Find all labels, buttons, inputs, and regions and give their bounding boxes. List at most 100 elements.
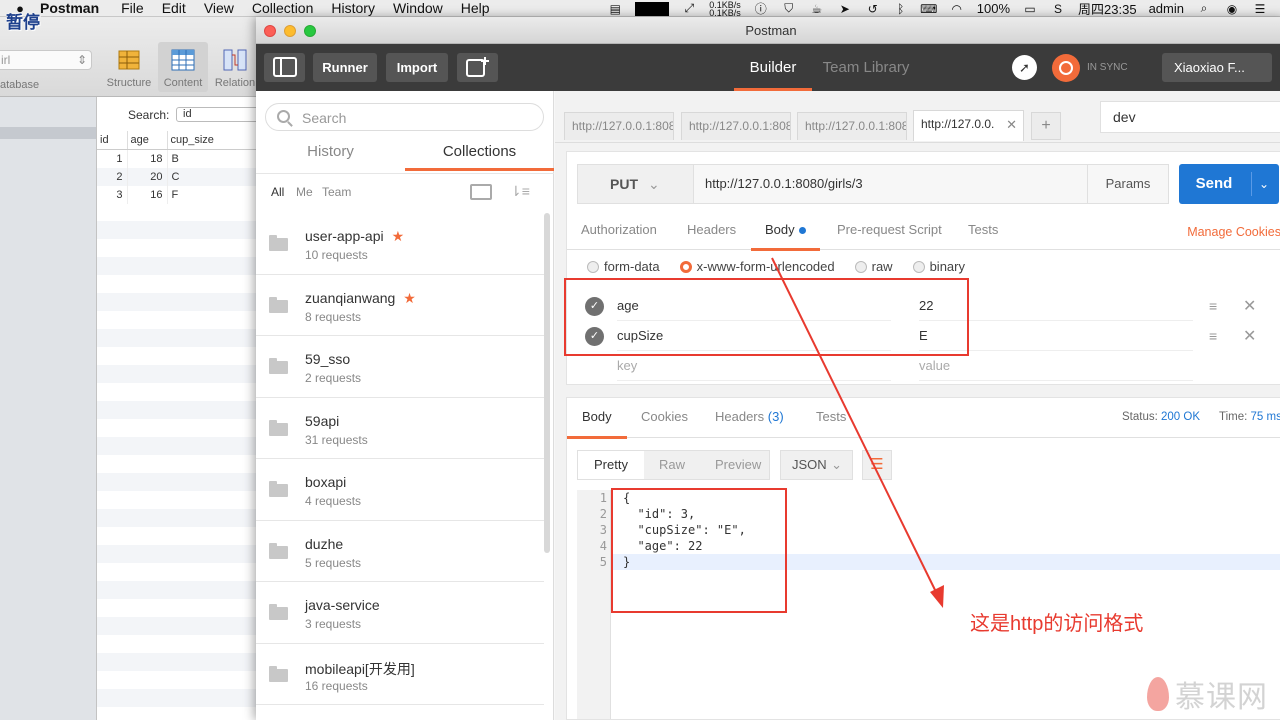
db-col-cup-size[interactable]: cup_size	[167, 131, 257, 150]
manage-cookies-link[interactable]: Manage Cookies	[1187, 212, 1280, 252]
notification-center-icon[interactable]: ☰	[1252, 2, 1268, 16]
environment-select[interactable]: dev	[1100, 101, 1280, 133]
sidebar-search-input[interactable]: Search	[265, 103, 544, 131]
resp-tab-cookies[interactable]: Cookies	[641, 398, 688, 436]
resp-tab-headers[interactable]: Headers (3)	[715, 398, 784, 436]
new-collection-icon[interactable]	[470, 184, 492, 200]
relation-tool[interactable]: Relation	[210, 47, 260, 89]
params-button[interactable]: Params	[1087, 164, 1169, 204]
cell[interactable]: C	[167, 167, 257, 186]
team-library-tab[interactable]: Team Library	[816, 44, 916, 91]
close-icon[interactable]: ✕	[1006, 111, 1017, 138]
toggle-sidebar-button[interactable]	[264, 53, 305, 82]
spotlight-icon[interactable]: ⌕	[1196, 1, 1212, 15]
user-menu[interactable]: Xiaoxiao F...	[1162, 53, 1272, 82]
menu-window[interactable]: Window	[393, 0, 443, 16]
menu-help[interactable]: Help	[461, 0, 490, 16]
shield-icon[interactable]: ⛉	[781, 1, 797, 15]
star-icon[interactable]: ★	[392, 228, 405, 244]
cell[interactable]: 18	[127, 149, 168, 168]
radio-form-data[interactable]: form-data	[587, 259, 660, 274]
add-tab-button[interactable]: +	[1031, 112, 1061, 140]
clipboard-icon[interactable]: ▤	[607, 2, 623, 16]
info-icon[interactable]: ⓘ	[753, 2, 769, 16]
cell[interactable]: F	[167, 185, 257, 204]
table-row[interactable]: 2 20 C	[97, 167, 257, 186]
delete-icon[interactable]: ✕	[1243, 296, 1256, 316]
language-select[interactable]: JSON ⌄	[780, 450, 853, 480]
siri-icon[interactable]: ◉	[1224, 2, 1240, 16]
table-row[interactable]: 1 18 B	[97, 149, 257, 168]
content-tool[interactable]: Content	[158, 42, 208, 92]
interceptor-icon[interactable]: ➚	[1012, 55, 1037, 80]
request-tab-active[interactable]: http://127.0.0. ✕	[913, 110, 1024, 141]
cell[interactable]: 16	[127, 185, 168, 204]
format-raw[interactable]: Raw	[644, 451, 700, 479]
menu-app-name[interactable]: Postman	[40, 0, 99, 16]
request-tab[interactable]: http://127.0.0.1:8080	[681, 112, 791, 140]
cell[interactable]: 20	[127, 167, 168, 186]
db-col-age[interactable]: age	[127, 131, 168, 150]
collection-item[interactable]: duzhe 5 requests	[256, 521, 544, 582]
time-machine-icon[interactable]: ↺	[865, 2, 881, 16]
db-search-input[interactable]: id	[176, 107, 266, 122]
zoom-window-button[interactable]	[304, 25, 316, 37]
format-pretty[interactable]: Pretty	[578, 451, 644, 479]
tab-headers[interactable]: Headers	[687, 212, 736, 248]
cup-icon[interactable]: ☕	[809, 2, 825, 16]
collection-item[interactable]: 59_sso 2 requests	[256, 336, 544, 398]
chevron-down-icon[interactable]: ⌄	[1259, 164, 1269, 204]
delete-icon[interactable]: ✕	[1243, 326, 1256, 346]
menu-view[interactable]: View	[204, 0, 234, 16]
request-tab[interactable]: http://127.0.0.1:8080	[564, 112, 674, 140]
menu-edit[interactable]: Edit	[162, 0, 186, 16]
collection-item[interactable]: 59api 31 requests	[256, 398, 544, 459]
builder-tab[interactable]: Builder	[734, 44, 812, 91]
format-preview[interactable]: Preview	[700, 451, 776, 479]
runner-button[interactable]: Runner	[313, 53, 377, 82]
radio-raw[interactable]: raw	[854, 259, 893, 274]
filter-me[interactable]: Me	[296, 185, 313, 199]
wrap-lines-icon[interactable]: ☰	[862, 450, 892, 480]
close-window-button[interactable]	[264, 25, 276, 37]
tab-history[interactable]: History	[256, 139, 405, 171]
resize-icon[interactable]: ⤢	[681, 1, 697, 15]
battery-percent[interactable]: 100%	[977, 1, 1010, 16]
filter-all[interactable]: All	[271, 185, 284, 199]
menu-collection[interactable]: Collection	[252, 0, 313, 16]
structure-tool[interactable]: Structure	[104, 47, 154, 89]
collection-item[interactable]: zuanqianwang ★ 8 requests	[256, 275, 544, 336]
collection-item[interactable]: user-app-api ★ 10 requests	[256, 213, 544, 275]
sync-icon[interactable]	[1052, 54, 1080, 82]
db-sidebar-selection[interactable]	[0, 127, 96, 139]
menu-file[interactable]: File	[121, 0, 144, 16]
wifi-icon[interactable]: ◠	[949, 2, 965, 16]
resp-tab-tests[interactable]: Tests	[816, 398, 846, 436]
send-button[interactable]: Send ⌄	[1179, 164, 1279, 204]
tab-body[interactable]: Body	[751, 212, 820, 251]
url-input[interactable]: http://127.0.0.1:8080/girls/3	[693, 164, 1088, 204]
drag-handle-icon[interactable]: ≡	[1209, 298, 1217, 314]
sidebar-scrollbar[interactable]	[544, 213, 550, 553]
menu-user[interactable]: admin	[1149, 1, 1184, 16]
keyboard-icon[interactable]: ⌨	[920, 2, 937, 16]
sort-icon[interactable]: ⇂≡	[510, 183, 530, 200]
tab-authorization[interactable]: Authorization	[581, 212, 657, 248]
request-tab[interactable]: http://127.0.0.1:808	[797, 112, 907, 140]
input-method-icon[interactable]: S	[1050, 2, 1066, 16]
battery-icon[interactable]: ▭	[1022, 2, 1038, 16]
collection-item[interactable]: boxapi 4 requests	[256, 459, 544, 521]
collection-item[interactable]: mobileapi[开发用] 16 requests	[256, 644, 544, 705]
drag-handle-icon[interactable]: ≡	[1209, 328, 1217, 344]
cell[interactable]: 3	[97, 185, 128, 204]
collection-item[interactable]: java-service 3 requests	[256, 582, 544, 644]
menu-history[interactable]: History	[331, 0, 375, 16]
bluetooth-icon[interactable]: ᛒ	[893, 2, 909, 16]
tab-collections[interactable]: Collections	[405, 139, 554, 171]
table-row[interactable]: 3 16 F	[97, 185, 257, 204]
tab-tests[interactable]: Tests	[968, 212, 998, 248]
radio-binary[interactable]: binary	[912, 259, 965, 274]
db-col-id[interactable]: id	[97, 131, 128, 150]
resp-tab-body[interactable]: Body	[567, 398, 627, 439]
minimize-window-button[interactable]	[284, 25, 296, 37]
